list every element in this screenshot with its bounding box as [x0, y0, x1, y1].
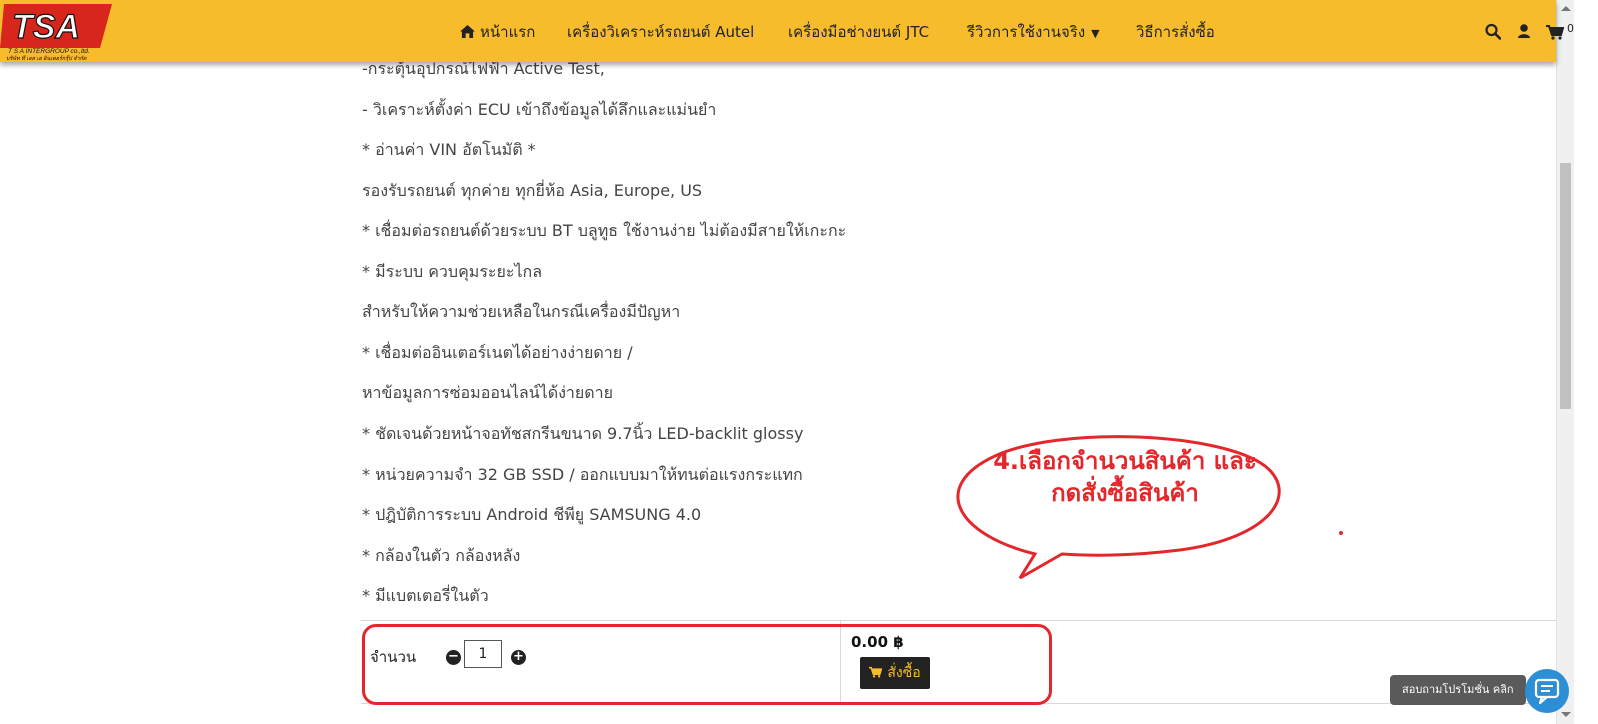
desc-line: * ปฎิบัติการระบบ Android ชีพียู SAMSUNG … — [362, 505, 702, 524]
chat-tooltip[interactable]: สอบถามโปรโมชั่น คลิก — [1390, 675, 1526, 705]
chat-button[interactable] — [1525, 669, 1569, 713]
annotation-dot — [1339, 531, 1343, 535]
annotation-text: 4.เลือกจำนวนสินค้า และ กดสั่งซื้อสินค้า — [960, 445, 1290, 509]
site-header: TSA T S A INTERGROUP co.,ltd. บริษัท ที … — [0, 0, 1574, 62]
nav-autel-label: เครื่องวิเคราะห์รถยนต์ Autel — [567, 23, 755, 41]
desc-line: - วิเคราะห์ตั้งค่า ECU เข้าถึงข้อมูลได้ล… — [362, 100, 717, 119]
chat-bubble-icon — [1534, 678, 1560, 705]
nav-autel[interactable]: เครื่องวิเคราะห์รถยนต์ Autel — [567, 20, 754, 44]
scroll-thumb[interactable] — [1560, 163, 1571, 409]
desc-line: รองรับรถยนต์ ทุกค่าย ทุกยี่ห้อ Asia, Eur… — [362, 181, 703, 200]
nav-jtc-label: เครื่องมือช่างยนต์ JTC — [788, 23, 930, 41]
desc-line: * ชัดเจนด้วยหน้าจอทัชสกรีนขนาด 9.7นิ้ว L… — [362, 424, 804, 443]
desc-line: หาข้อมูลการซ่อมออนไลน์ได้ง่ายดาย — [362, 383, 614, 402]
user-icon[interactable] — [1517, 20, 1531, 42]
annotation-line-2: กดสั่งซื้อสินค้า — [1051, 479, 1199, 507]
desc-line: * อ่านค่า VIN อัตโนมัติ * — [362, 140, 536, 159]
main-nav: หน้าแรก เครื่องวิเคราะห์รถยนต์ Autel เคร… — [0, 0, 1574, 62]
desc-line: * กล้องในตัว กล้องหลัง — [362, 546, 521, 565]
desc-line: * มีระบบ ควบคุมระยะไกล — [362, 262, 543, 281]
nav-reviews[interactable]: รีวิวการใช้งานจริง ▼ — [967, 20, 1100, 44]
scroll-up-arrow-icon[interactable] — [1561, 6, 1571, 11]
nav-how-to-order[interactable]: วิธีการสั่งซื้อ — [1136, 20, 1215, 44]
desc-line: * หน่วยความจำ 32 GB SSD / ออกแบบมาให้ทนต… — [362, 465, 803, 484]
desc-line: * มีแบตเตอรี่ในตัว — [362, 586, 489, 605]
nav-how-to-order-label: วิธีการสั่งซื้อ — [1136, 23, 1215, 41]
page-scrollbar[interactable] — [1556, 0, 1574, 724]
annotation-line-1: 4.เลือกจำนวนสินค้า และ — [993, 447, 1257, 475]
desc-line: สำหรับให้ความช่วยเหลือในกรณีเครื่องมีปัญ… — [362, 302, 681, 321]
divider — [361, 620, 1556, 621]
search-icon[interactable] — [1485, 20, 1502, 42]
home-icon — [460, 25, 475, 38]
cart-icon[interactable] — [1546, 20, 1565, 42]
desc-line: * เชื่อมต่อรถยนต์ด้วยระบบ BT บลูทูธ ใช้ง… — [362, 221, 847, 240]
caret-down-icon: ▼ — [1091, 27, 1100, 40]
nav-jtc[interactable]: เครื่องมือช่างยนต์ JTC — [788, 20, 929, 44]
nav-reviews-label: รีวิวการใช้งานจริง — [967, 23, 1086, 41]
nav-home-label: หน้าแรก — [480, 23, 536, 41]
desc-line: * เชื่อมต่ออินเตอร์เนตได้อย่างง่ายดาย / — [362, 343, 633, 362]
nav-home[interactable]: หน้าแรก — [460, 20, 535, 44]
cart-count: 0 — [1567, 22, 1574, 35]
highlight-frame — [362, 624, 1052, 705]
